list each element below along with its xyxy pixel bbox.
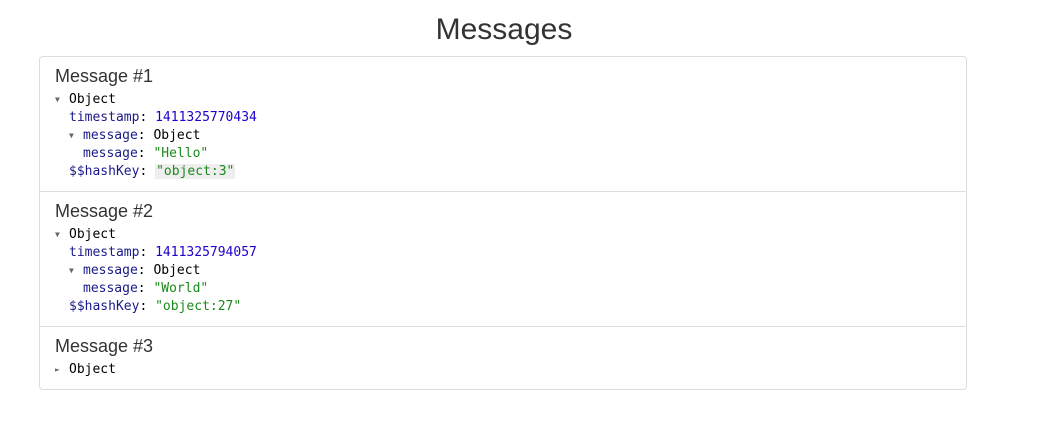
property-value-string: "object:27"	[155, 299, 242, 314]
tree-row-message-inner: message: "Hello"	[83, 146, 209, 161]
tree-row-message[interactable]: ▼ message: Object	[55, 262, 951, 280]
property-key: timestamp	[69, 110, 140, 125]
object-tree: ▼ Object timestamp: 1411325770434 ▼ messag…	[55, 91, 951, 181]
page-title: Messages	[435, 13, 573, 46]
message-item-2: Message #2 ▼ Object timestamp: 1411325794…	[40, 192, 966, 327]
tree-root-row[interactable]: ▼ Object	[55, 91, 951, 109]
property-key: timestamp	[69, 245, 140, 260]
message-list: Message #1 ▼ Object timestamp: 1411325770…	[39, 56, 967, 390]
property-value-string: "object:3"	[155, 164, 236, 179]
message-item-1: Message #1 ▼ Object timestamp: 1411325770…	[40, 57, 966, 192]
message-heading: Message #1	[55, 66, 154, 86]
triangle-down-icon[interactable]: ▼	[55, 226, 69, 244]
triangle-down-icon[interactable]: ▼	[69, 127, 83, 145]
tree-row-hashkey: $$hashKey: "object:27"	[69, 299, 242, 314]
object-label: Object	[69, 227, 116, 242]
property-key: $$hashKey	[69, 299, 140, 314]
property-key: message	[83, 263, 138, 278]
object-label: Object	[153, 263, 201, 278]
triangle-down-icon[interactable]: ▼	[69, 262, 83, 280]
message-heading: Message #2	[55, 201, 154, 221]
property-value-number: 1411325770434	[155, 110, 257, 125]
message-heading: Message #3	[55, 336, 154, 356]
object-label: Object	[69, 92, 116, 107]
object-label: Object	[69, 362, 116, 377]
property-key: message	[83, 281, 138, 296]
property-key: $$hashKey	[69, 164, 140, 179]
tree-row-message-inner: message: "World"	[83, 281, 209, 296]
tree-row-timestamp: timestamp: 1411325794057	[69, 245, 257, 260]
tree-root-row[interactable]: ▼ Object	[55, 226, 951, 244]
object-tree: ► Object	[55, 361, 951, 379]
tree-row-hashkey: $$hashKey: "object:3"	[69, 164, 236, 179]
property-key: message	[83, 128, 138, 143]
property-value-string: "Hello"	[153, 146, 209, 161]
message-item-3: Message #3 ► Object	[40, 327, 966, 389]
tree-row-message[interactable]: ▼ message: Object	[55, 127, 951, 145]
object-tree: ▼ Object timestamp: 1411325794057 ▼ messag…	[55, 226, 951, 316]
tree-row-timestamp: timestamp: 1411325770434	[69, 110, 257, 125]
tree-root-row[interactable]: ► Object	[55, 361, 951, 379]
property-key: message	[83, 146, 138, 161]
property-value-string: "World"	[153, 281, 209, 296]
property-value-number: 1411325794057	[155, 245, 257, 260]
triangle-down-icon[interactable]: ▼	[55, 91, 69, 109]
triangle-right-icon[interactable]: ►	[55, 361, 69, 379]
object-label: Object	[153, 128, 201, 143]
